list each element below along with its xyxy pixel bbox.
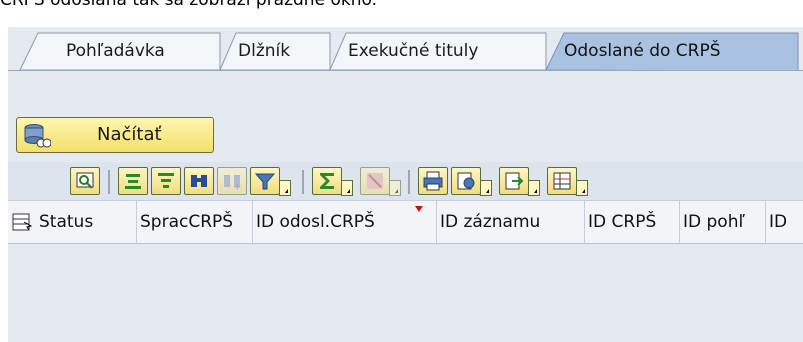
tab-pohladavka[interactable]: Pohľadávka [36,33,220,70]
table-header: Status SpracCRPŠ ID odosl.CRPŠ ID záznam… [8,201,803,244]
export-icon[interactable] [499,167,540,196]
filter-dropdown-icon[interactable] [279,180,291,196]
column-header-id[interactable]: ID [766,201,803,243]
column-header-id-odosl-crps[interactable]: ID odosl.CRPŠ [253,201,437,243]
database-load-icon [24,124,51,148]
layout-grid-icon[interactable] [547,167,588,196]
subtotals-dropdown-icon[interactable] [389,180,401,196]
svg-text:+: + [233,182,241,192]
find-icon[interactable] [184,167,214,195]
tab-label: Exekučné tituly [348,41,479,61]
sort-indicator-icon [415,206,423,212]
toolbar-separator [302,170,304,194]
export-dropdown-icon[interactable] [528,180,540,196]
column-header-id-crps[interactable]: ID CRPŠ [585,201,680,243]
load-button[interactable]: Načítať [16,117,214,153]
tab-dlznik[interactable]: Dlžník [208,33,330,70]
sum-icon[interactable] [312,167,353,196]
column-header-id-pohl[interactable]: ID pohľ [680,201,766,243]
tab-baseline [8,70,803,71]
layout-dropdown-icon[interactable] [576,180,588,196]
tab-label: Dlžník [238,41,291,61]
main-panel: Pohľadávka Dlžník Exekučné tituly Odosla… [8,27,803,342]
sort-descending-icon[interactable] [151,167,181,195]
views-icon[interactable] [451,167,492,196]
tab-exekucne-tituly[interactable]: Exekučné tituly [318,33,546,70]
load-button-label: Načítať [97,124,162,145]
print-icon[interactable] [418,167,448,195]
sort-ascending-icon[interactable] [118,167,148,195]
tab-odoslane-do-crps[interactable]: Odoslané do CRPŠ [534,33,796,70]
subtotals-icon[interactable] [360,167,401,196]
views-dropdown-icon[interactable] [480,180,492,196]
tab-label: Pohľadávka [66,41,165,61]
select-layout-icon[interactable] [12,213,32,231]
find-next-icon[interactable]: + [217,167,247,195]
alv-toolbar: + [8,162,803,201]
sum-dropdown-icon[interactable] [341,180,353,196]
details-icon[interactable] [70,167,100,195]
toolbar-separator [408,170,410,194]
tab-label: Odoslané do CRPŠ [564,41,721,61]
tab-strip: Pohľadávka Dlžník Exekučné tituly Odosla… [8,27,803,71]
toolbar-separator [108,170,110,194]
column-header-spraccrps[interactable]: SpracCRPŠ [137,201,253,243]
filter-icon[interactable] [250,167,291,196]
column-header-status[interactable]: Status [36,201,137,243]
column-header-id-zaznamu[interactable]: ID záznamu [437,201,585,243]
caption-text: CRPS odoslaná tak sa zobrazí prázdne okn… [0,0,377,10]
